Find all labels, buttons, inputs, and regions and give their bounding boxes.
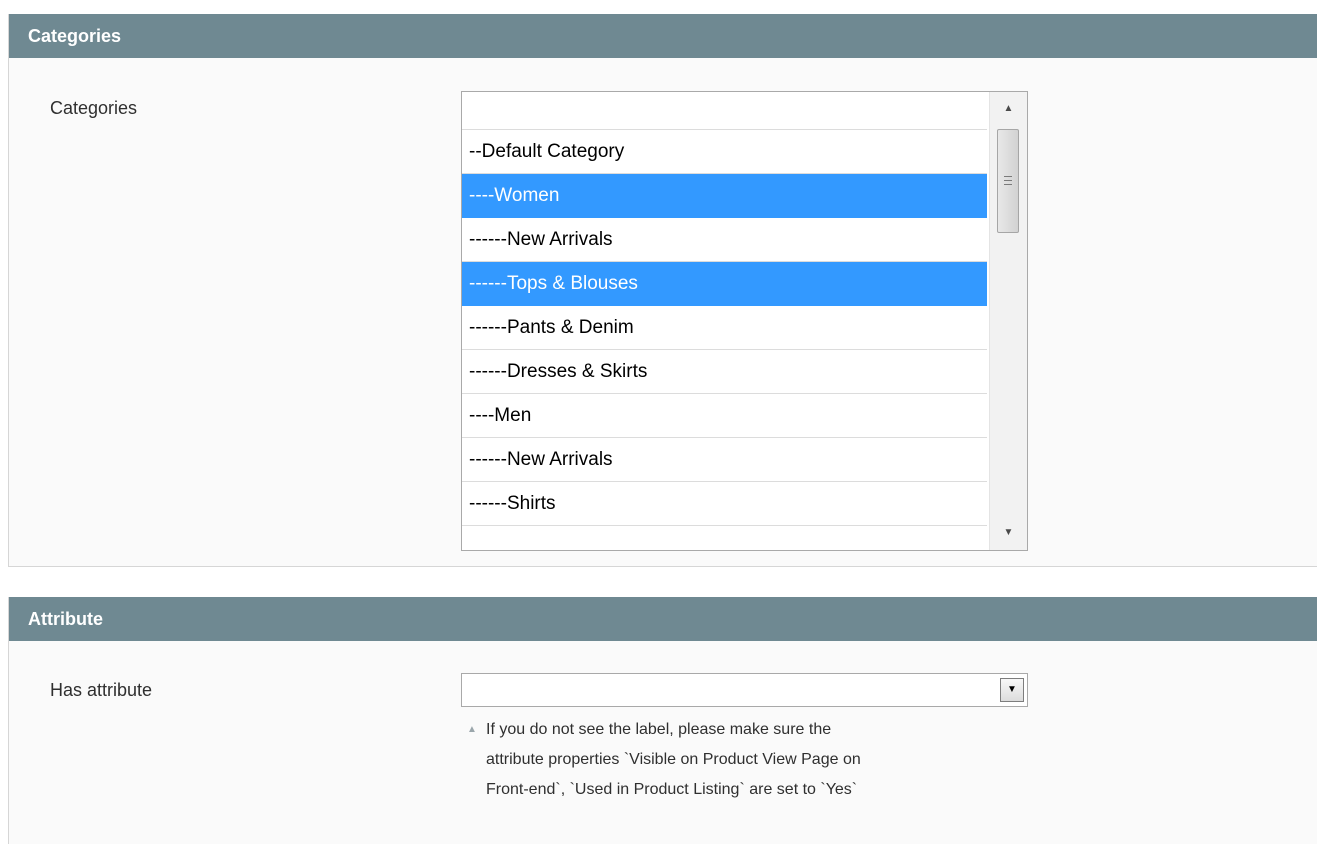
category-option-empty[interactable] — [462, 92, 987, 130]
categories-scrollbar[interactable]: ▲ ▼ — [989, 92, 1027, 550]
attribute-section: Attribute Has attribute ▼ ▲ If you do no… — [8, 597, 1317, 844]
category-option[interactable]: --Default Category — [462, 130, 987, 174]
dropdown-arrow-icon[interactable]: ▼ — [1000, 678, 1024, 702]
category-option[interactable]: ------New Arrivals — [462, 438, 987, 482]
category-option[interactable]: ------Dresses & Skirts — [462, 350, 987, 394]
scroll-down-arrow-icon[interactable]: ▼ — [990, 516, 1027, 550]
scroll-thumb[interactable] — [997, 129, 1019, 233]
scroll-grip-icon — [1004, 176, 1012, 185]
categories-field-label: Categories — [50, 98, 138, 118]
category-option[interactable]: ------New Arrivals — [462, 218, 987, 262]
categories-multiselect[interactable]: --Default Category ----Women ------New Arr… — [461, 91, 1028, 551]
category-option[interactable]: ------Shirts — [462, 482, 987, 526]
has-attribute-label: Has attribute — [50, 680, 153, 700]
categories-options-list: --Default Category ----Women ------New Arr… — [462, 92, 987, 526]
category-option[interactable]: ----Women — [462, 174, 987, 218]
scroll-up-arrow-icon[interactable]: ▲ — [990, 92, 1027, 126]
category-option[interactable]: ------Pants & Denim — [462, 306, 987, 350]
category-option[interactable]: ------Tops & Blouses — [462, 262, 987, 306]
has-attribute-select[interactable]: ▼ — [461, 673, 1028, 707]
note-line: attribute properties `Visible on Product… — [486, 751, 861, 768]
note-line: If you do not see the label, please make… — [486, 721, 832, 738]
attribute-section-header: Attribute — [9, 597, 1317, 641]
category-option[interactable]: ----Men — [462, 394, 987, 438]
attribute-note: ▲ If you do not see the label, please ma… — [461, 715, 1061, 805]
note-triangle-icon: ▲ — [467, 724, 477, 735]
categories-section-header: Categories — [9, 14, 1317, 58]
categories-section: Categories Categories --Default Category… — [8, 14, 1317, 567]
note-line: Front-end`, `Used in Product Listing` ar… — [486, 781, 858, 798]
